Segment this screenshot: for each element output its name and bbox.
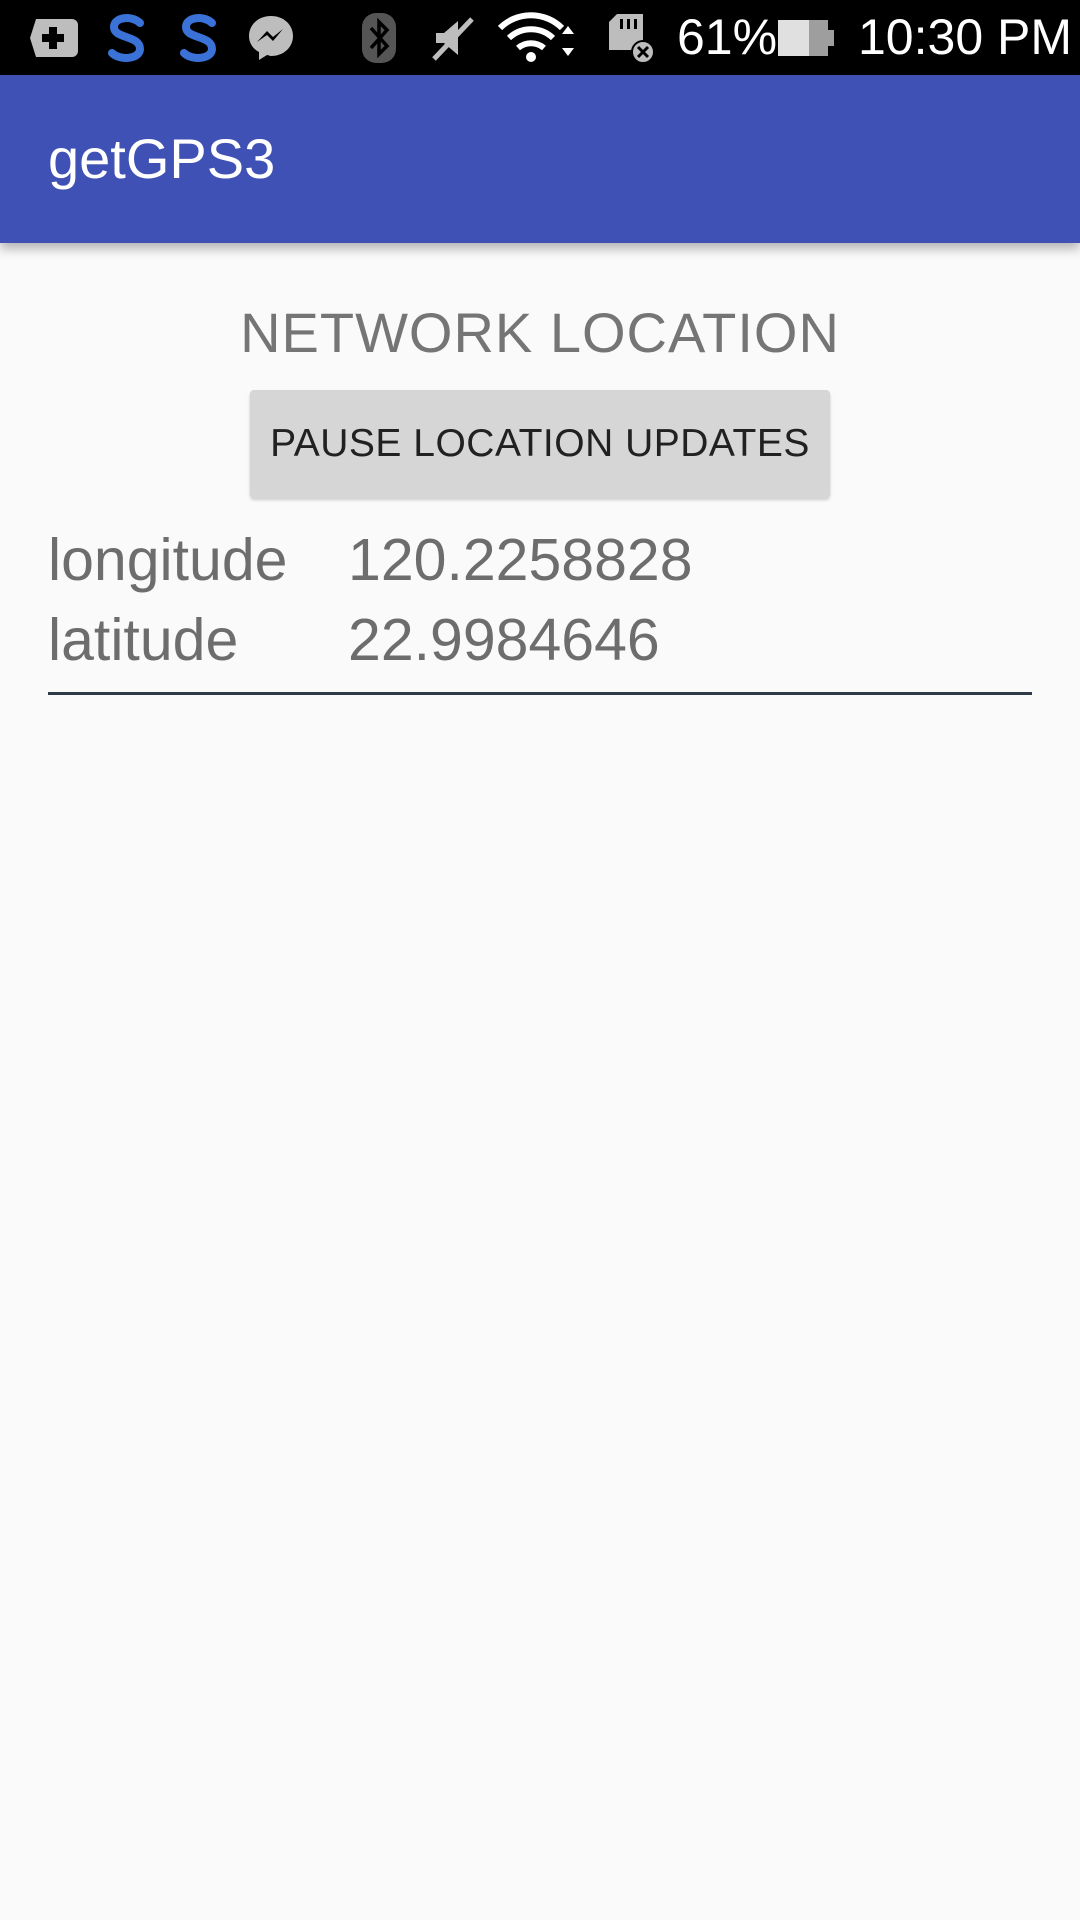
skype-icon bbox=[98, 10, 156, 65]
add-box-icon bbox=[25, 10, 83, 65]
pause-location-updates-button[interactable]: PAUSE LOCATION UPDATES bbox=[250, 390, 830, 498]
sd-card-icon bbox=[603, 10, 658, 65]
battery-percent: 61% bbox=[677, 9, 778, 65]
clock: 10:30 PM bbox=[858, 9, 1073, 65]
divider bbox=[48, 692, 1032, 695]
mute-icon bbox=[425, 10, 480, 65]
status-bar: 61% 10:30 PM bbox=[0, 0, 1080, 75]
messenger-icon bbox=[242, 10, 300, 65]
battery-icon bbox=[775, 10, 837, 65]
longitude-label: longitude bbox=[48, 527, 288, 593]
longitude-value: 120.2258828 bbox=[348, 527, 693, 593]
skype-icon bbox=[170, 10, 228, 65]
latitude-label: latitude bbox=[48, 607, 239, 673]
wifi-icon bbox=[495, 10, 580, 65]
section-title: NETWORK LOCATION bbox=[240, 301, 840, 364]
app-bar: getGPS3 bbox=[0, 75, 1080, 243]
app-title: getGPS3 bbox=[48, 127, 276, 190]
latitude-value: 22.9984646 bbox=[348, 607, 660, 673]
bluetooth-icon bbox=[355, 10, 403, 65]
